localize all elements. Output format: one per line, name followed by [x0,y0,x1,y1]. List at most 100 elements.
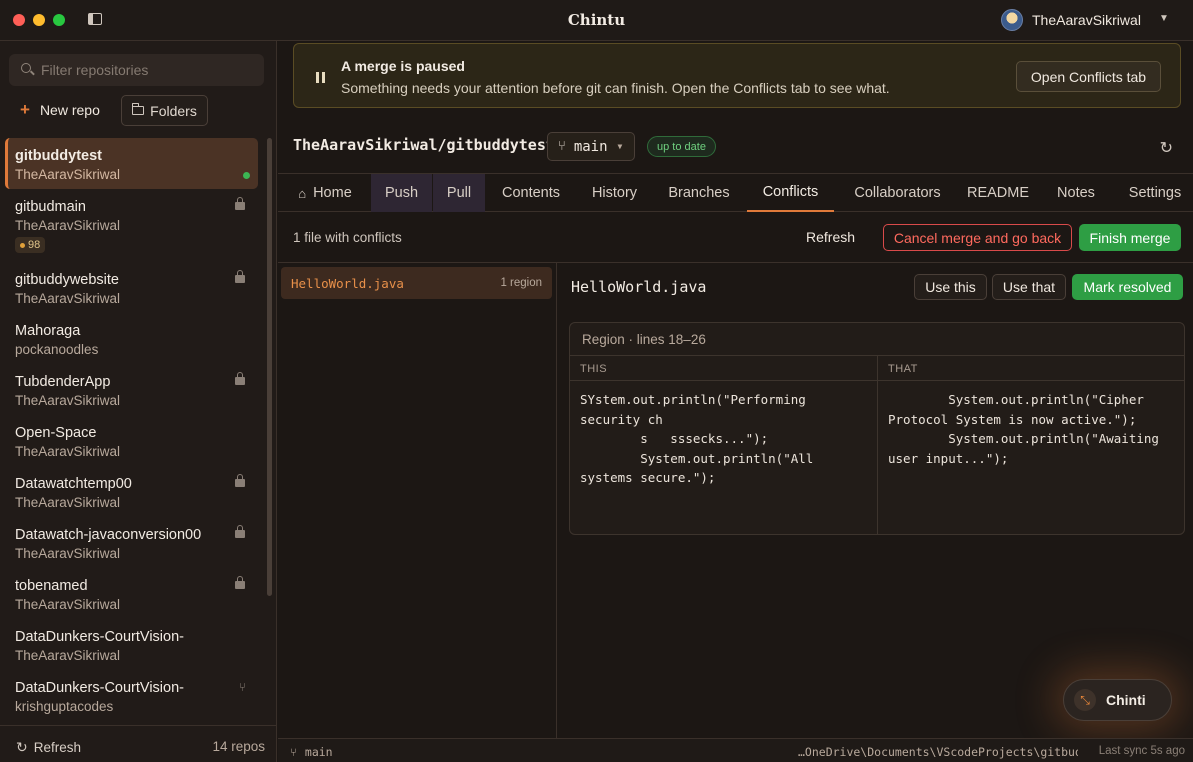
repo-name: gitbuddytest [15,148,102,164]
tab-push[interactable]: Push [371,174,432,212]
conflict-summary: 1 file with conflicts [293,230,402,245]
search-icon [21,63,31,73]
folders-label: Folders [150,102,197,119]
sidebar-scrollbar[interactable] [267,138,272,596]
repo-owner: TheAaravSikriwal [15,648,121,663]
folders-button[interactable]: Folders [121,95,208,126]
tab-label: Settings [1128,185,1182,201]
repo-owner: TheAaravSikriwal [15,291,121,306]
commit-count-badge: 98 [15,237,46,253]
cancel-merge-button[interactable]: Cancel merge and go back [883,224,1072,251]
that-column[interactable]: THAT System.out.println("Cipher Protocol… [878,356,1184,534]
repo-item-mahoraga[interactable]: Mahoraga pockanoodles [5,313,258,364]
lock-icon [235,474,245,487]
branch-icon: ⑂ [290,745,297,759]
lock-icon [235,525,245,538]
that-header: THAT [878,356,1184,381]
tab-pull[interactable]: Pull [433,174,485,212]
tab-label: Pull [446,185,472,201]
tab-branches[interactable]: Branches [657,174,741,212]
repo-name: Mahoraga [15,323,81,339]
refresh-repos-button[interactable]: ↻ Refresh [16,739,81,756]
region-count: 1 region [500,277,542,289]
repo-name: Open-Space [15,425,97,441]
tab-label: History [591,185,638,201]
status-badge: up to date [647,136,716,157]
status-bar: ⑂ main …OneDrive\Documents\VScodeProject… [278,738,1193,762]
this-header: THIS [570,356,877,381]
tab-history[interactable]: History [580,174,649,212]
tab-label: Conflicts [762,184,819,200]
collapse-icon: ⤡ [1074,689,1096,711]
repo-count: 14 repos [212,739,265,754]
refresh-conflicts-button[interactable]: Refresh [806,229,855,245]
repo-item-gitbudmain[interactable]: gitbudmain TheAaravSikriwal 98 [5,189,258,259]
filter-repositories-input[interactable] [41,61,256,79]
tab-settings[interactable]: Settings [1120,174,1190,212]
region-label: Region · lines 18–26 [582,332,706,347]
tab-collaborators[interactable]: Collaborators [841,174,954,212]
repo-item-datadunkers-courtvision-fork[interactable]: DataDunkers-CourtVision- krishguptacodes… [5,670,258,721]
status-branch-name: main [304,745,333,759]
tab-notes[interactable]: Notes [1046,174,1106,212]
home-icon: ⌂ [298,185,307,201]
avatar[interactable] [1001,9,1023,31]
repo-name: Datawatch-javaconversion00 [15,527,202,543]
fork-icon: ⑂ [238,680,246,694]
lock-icon [235,576,245,589]
sidebar: + New repo Folders gitbuddytest TheAarav… [0,41,277,762]
chevron-down-icon: ▼ [617,142,623,151]
branch-icon: ⑂ [558,139,566,154]
tab-label: Push [384,185,419,201]
repo-owner: TheAaravSikriwal [15,495,121,510]
sidebar-footer: ↻ Refresh 14 repos [0,725,277,762]
repo-path: …OneDrive\Documents\VScodeProjects\gitbu… [798,745,1078,759]
tab-readme[interactable]: README [960,174,1036,212]
repo-item-gitbuddywebsite[interactable]: gitbuddywebsite TheAaravSikriwal [5,262,258,313]
chinti-assistant-button[interactable]: ⤡ Chinti [1063,679,1172,721]
tab-conflicts[interactable]: Conflicts [747,174,834,212]
tab-label: Collaborators [854,185,941,201]
repo-item-open-space[interactable]: Open-Space TheAaravSikriwal [5,415,258,466]
repo-name: gitbuddywebsite [15,272,119,288]
filter-box[interactable] [9,54,264,86]
folder-icon [132,103,145,115]
that-header-label: THAT [888,363,918,375]
banner-message: Something needs your attention before gi… [341,80,890,96]
tab-label: README [966,185,1030,201]
new-repo-label: New repo [39,102,100,118]
use-that-button[interactable]: Use that [992,274,1066,300]
use-this-button[interactable]: Use this [914,274,987,300]
detail-file-name: HelloWorld.java [571,278,707,296]
that-code: System.out.println("Cipher Protocol Syst… [888,392,1159,466]
repo-item-tobenamed[interactable]: tobenamed TheAaravSikriwal [5,568,258,619]
mark-resolved-button[interactable]: Mark resolved [1072,274,1183,300]
tab-label: Branches [668,185,730,201]
list-item[interactable]: HelloWorld.java 1 region [281,267,552,299]
repo-name: DataDunkers-CourtVision- [15,680,184,696]
repo-list: gitbuddytest TheAaravSikriwal gitbudmain… [0,137,268,727]
repo-name: DataDunkers-CourtVision- [15,629,184,645]
lock-icon [235,372,245,385]
finish-merge-button[interactable]: Finish merge [1079,224,1181,251]
repo-item-datawatch-javaconversion00[interactable]: Datawatch-javaconversion00 TheAaravSikri… [5,517,258,568]
sync-icon[interactable]: ↻ [1160,138,1173,158]
chinti-label: Chinti [1106,692,1146,708]
repo-item-gitbuddytest[interactable]: gitbuddytest TheAaravSikriwal [5,138,258,189]
repo-item-datawatchtemp00[interactable]: Datawatchtemp00 TheAaravSikriwal [5,466,258,517]
user-name[interactable]: TheAaravSikriwal [1032,12,1141,28]
repo-item-datadunkers-courtvision[interactable]: DataDunkers-CourtVision- TheAaravSikriwa… [5,619,258,670]
chevron-down-icon[interactable]: ▼ [1159,13,1169,24]
tab-contents[interactable]: Contents [491,174,571,212]
refresh-icon: ↻ [16,739,28,755]
this-column[interactable]: THIS SYstem.out.println("Performing secu… [570,356,878,534]
new-repo-button[interactable]: + New repo [20,100,100,120]
repo-owner: pockanoodles [15,342,99,357]
repo-item-tubdenderapp[interactable]: TubdenderApp TheAaravSikriwal [5,364,258,415]
tab-home[interactable]: ⌂ Home [286,174,364,212]
open-conflicts-tab-button[interactable]: Open Conflicts tab [1016,61,1161,92]
branch-selector[interactable]: ⑂ main ▼ [547,132,635,161]
badge-count: 98 [28,239,41,251]
pause-icon [316,72,325,83]
conflict-file-list: HelloWorld.java 1 region [278,263,557,738]
